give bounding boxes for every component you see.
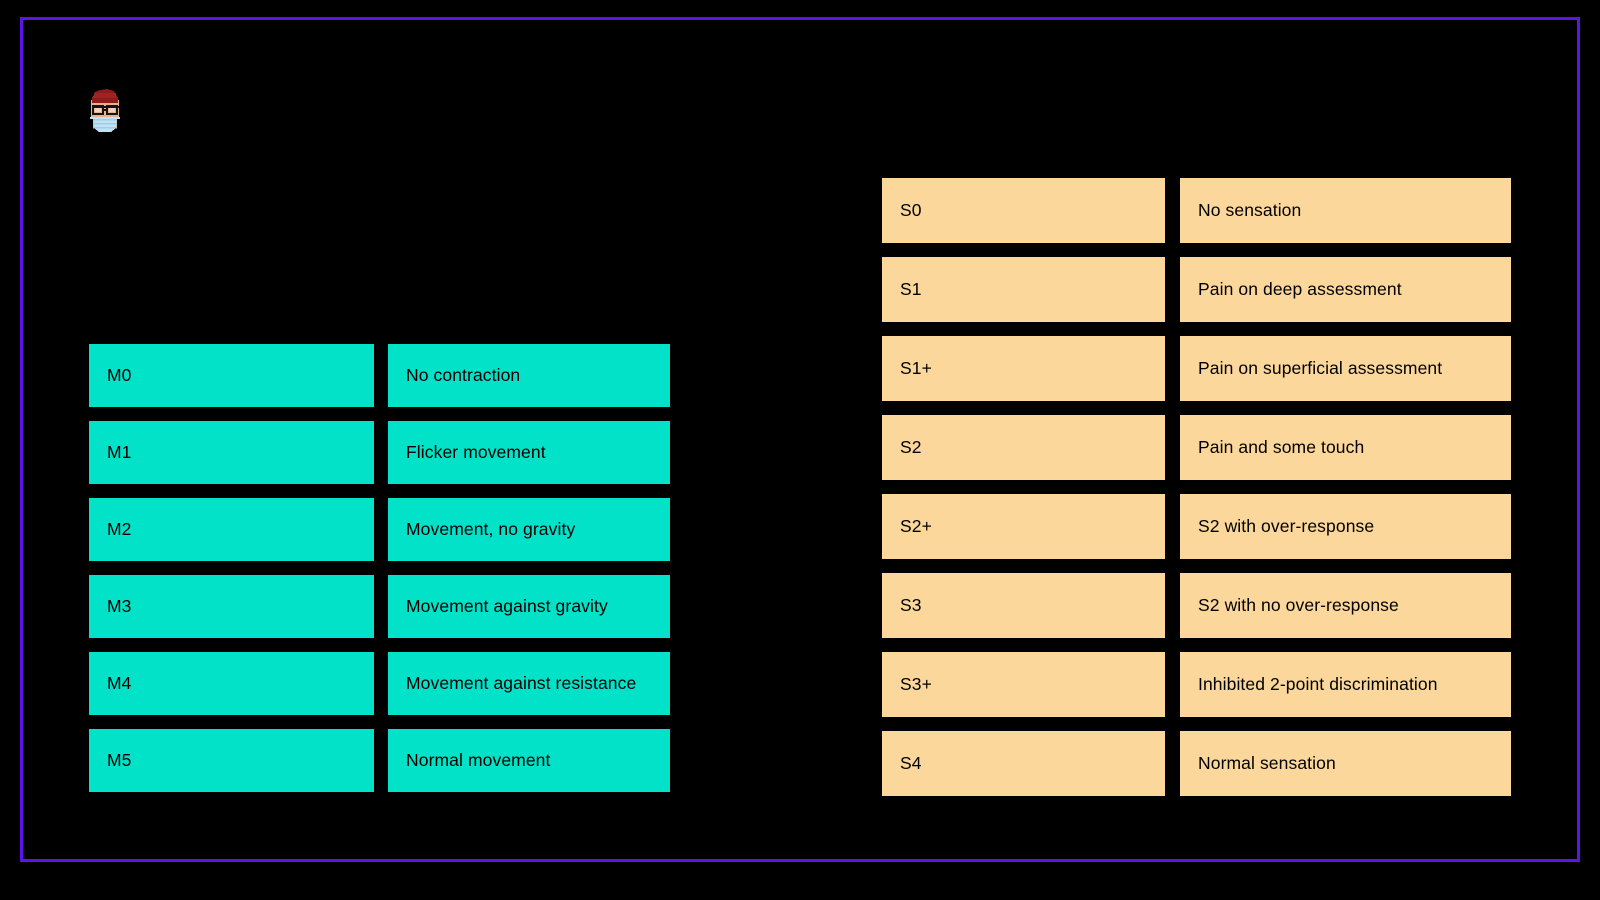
- sensory-grading-table: S0 No sensation S1 Pain on deep assessme…: [882, 178, 1511, 796]
- sensory-grade-code: S2+: [882, 494, 1165, 559]
- motor-grade-description: Flicker movement: [388, 421, 670, 484]
- sensory-grade-description: Pain and some touch: [1180, 415, 1511, 480]
- sensory-grade-description: No sensation: [1180, 178, 1511, 243]
- sensory-grade-code: S4: [882, 731, 1165, 796]
- motor-grade-description: Normal movement: [388, 729, 670, 792]
- table-row: S1+ Pain on superficial assessment: [882, 336, 1511, 401]
- table-row: M2 Movement, no gravity: [89, 498, 670, 561]
- sensory-grade-code: S0: [882, 178, 1165, 243]
- sensory-grade-description: Inhibited 2-point discrimination: [1180, 652, 1511, 717]
- motor-grade-code: M0: [89, 344, 374, 407]
- motor-grade-description: Movement against resistance: [388, 652, 670, 715]
- sensory-grade-description: Pain on deep assessment: [1180, 257, 1511, 322]
- motor-grade-code: M3: [89, 575, 374, 638]
- table-row: S4 Normal sensation: [882, 731, 1511, 796]
- table-row: M1 Flicker movement: [89, 421, 670, 484]
- motor-grade-code: M5: [89, 729, 374, 792]
- motor-grade-code: M4: [89, 652, 374, 715]
- table-row: S1 Pain on deep assessment: [882, 257, 1511, 322]
- table-row: S3 S2 with no over-response: [882, 573, 1511, 638]
- sensory-grade-code: S1+: [882, 336, 1165, 401]
- sensory-grade-description: Normal sensation: [1180, 731, 1511, 796]
- sensory-grade-description: S2 with no over-response: [1180, 573, 1511, 638]
- table-row: S2+ S2 with over-response: [882, 494, 1511, 559]
- motor-grade-code: M1: [89, 421, 374, 484]
- sensory-grade-code: S1: [882, 257, 1165, 322]
- table-row: S3+ Inhibited 2-point discrimination: [882, 652, 1511, 717]
- motor-grading-table: M0 No contraction M1 Flicker movement M2…: [89, 344, 670, 792]
- sensory-grade-code: S3+: [882, 652, 1165, 717]
- motor-grade-code: M2: [89, 498, 374, 561]
- sensory-grade-description: S2 with over-response: [1180, 494, 1511, 559]
- table-row: M4 Movement against resistance: [89, 652, 670, 715]
- motor-grade-description: Movement against gravity: [388, 575, 670, 638]
- table-row: S2 Pain and some touch: [882, 415, 1511, 480]
- motor-grade-description: No contraction: [388, 344, 670, 407]
- table-row: M0 No contraction: [89, 344, 670, 407]
- sensory-grade-description: Pain on superficial assessment: [1180, 336, 1511, 401]
- sensory-grade-code: S3: [882, 573, 1165, 638]
- table-row: M5 Normal movement: [89, 729, 670, 792]
- sensory-grade-code: S2: [882, 415, 1165, 480]
- motor-grade-description: Movement, no gravity: [388, 498, 670, 561]
- table-row: S0 No sensation: [882, 178, 1511, 243]
- table-row: M3 Movement against gravity: [89, 575, 670, 638]
- masked-person-avatar-icon: [85, 88, 125, 136]
